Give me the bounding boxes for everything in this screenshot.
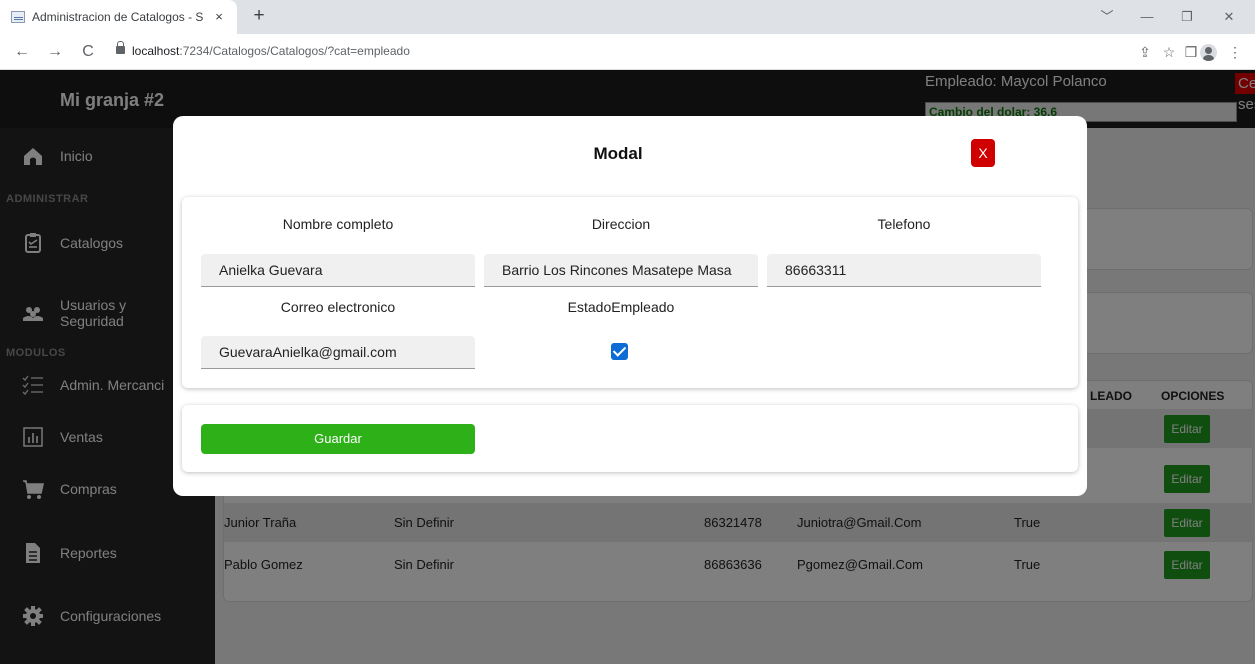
modal-title: Modal [593, 144, 643, 163]
nombre-label: Nombre completo [282, 216, 394, 232]
estado-label: EstadoEmpleado [567, 299, 675, 315]
url-text: localhost:7234/Catalogos/Catalogos/?cat=… [132, 44, 410, 58]
estado-checkbox[interactable] [611, 343, 628, 360]
correo-label: Correo electronico [280, 299, 396, 315]
tab-close-icon[interactable]: × [209, 7, 229, 27]
correo-input[interactable]: GuevaraAnielka@gmail.com [201, 336, 475, 369]
restore-icon[interactable]: ❐ [1177, 7, 1197, 27]
side-panel-icon[interactable]: ❒ [1181, 42, 1201, 62]
tab-search-icon[interactable]: ﹀ [1097, 7, 1117, 27]
save-button[interactable]: Guardar [201, 424, 475, 454]
browser-tab-bar: Administracion de Catalogos - S × + ﹀ — … [0, 0, 1255, 34]
browser-menu-icon[interactable]: ⋮ [1225, 42, 1245, 62]
tab-title: Administracion de Catalogos - S [32, 10, 204, 24]
direccion-input[interactable]: Barrio Los Rincones Masatepe Masa [484, 254, 758, 287]
employee-form: Nombre completo Direccion Telefono Aniel… [182, 197, 1078, 388]
profile-avatar-icon[interactable] [1200, 44, 1217, 61]
telefono-input[interactable]: 86663311 [767, 254, 1041, 287]
modal-close-button[interactable]: X [971, 139, 995, 167]
direccion-label: Direccion [591, 216, 651, 232]
page-favicon-icon [11, 11, 25, 23]
back-icon[interactable]: ← [12, 42, 32, 62]
telefono-label: Telefono [877, 216, 931, 232]
browser-tab[interactable]: Administracion de Catalogos - S × [0, 0, 237, 34]
reload-icon[interactable]: C [78, 42, 98, 62]
close-window-icon[interactable]: ✕ [1219, 7, 1239, 27]
lock-icon [116, 41, 125, 54]
share-icon[interactable]: ⇪ [1135, 42, 1155, 62]
new-tab-icon[interactable]: + [248, 6, 270, 28]
minimize-icon[interactable]: — [1137, 7, 1157, 27]
nombre-input[interactable]: Anielka Guevara [201, 254, 475, 287]
url-path: :7234/Catalogos/Catalogos/?cat=empleado [179, 44, 410, 58]
address-bar: ← → C localhost:7234/Catalogos/Catalogos… [0, 34, 1255, 70]
url-host: localhost [132, 44, 180, 58]
url-field[interactable]: localhost:7234/Catalogos/Catalogos/?cat=… [110, 40, 1130, 64]
employee-modal: Modal X Nombre completo Direccion Telefo… [173, 116, 1087, 496]
bookmark-star-icon[interactable]: ☆ [1159, 42, 1179, 62]
form-actions: Guardar [182, 405, 1078, 472]
forward-icon[interactable]: → [45, 42, 65, 62]
